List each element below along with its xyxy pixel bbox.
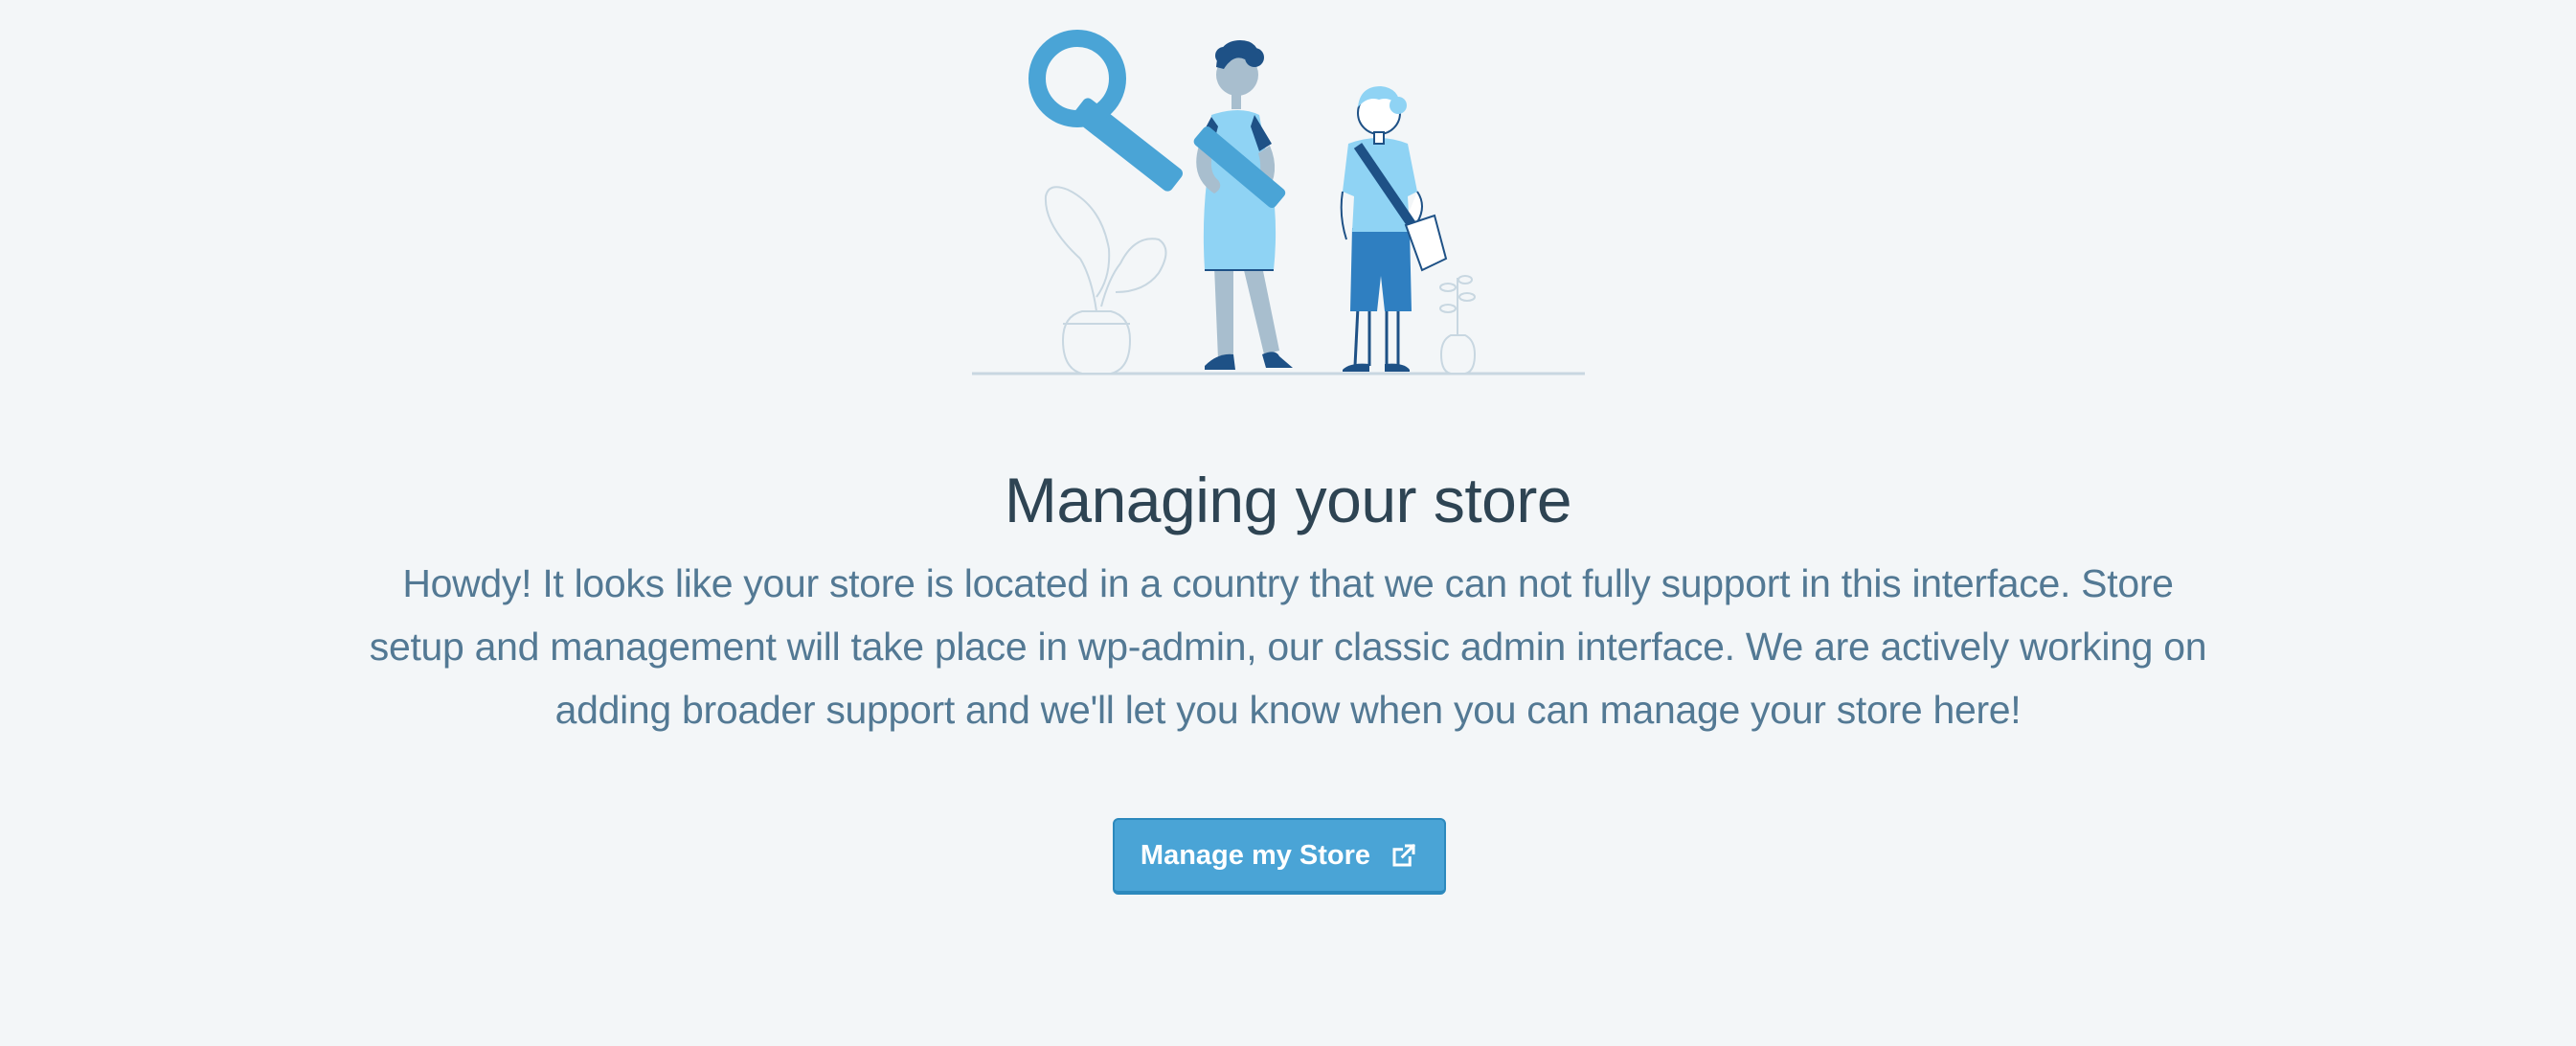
store-illustration [972, 30, 1585, 375]
woman-figure-icon [1193, 40, 1293, 370]
page-title: Managing your store [1004, 465, 1572, 535]
manage-store-button[interactable]: Manage my Store [1113, 818, 1446, 895]
boy-figure-icon [1340, 86, 1448, 372]
magnifier-icon [1028, 30, 1184, 192]
manage-store-button-label: Manage my Store [1140, 839, 1371, 871]
external-link-icon [1390, 841, 1418, 870]
store-management-notice: Managing your store Howdy! It looks like… [0, 0, 2576, 1046]
plant-right-icon [1439, 275, 1477, 375]
plant-left-icon [1044, 186, 1167, 375]
notice-description: Howdy! It looks like your store is locat… [369, 561, 2207, 732]
